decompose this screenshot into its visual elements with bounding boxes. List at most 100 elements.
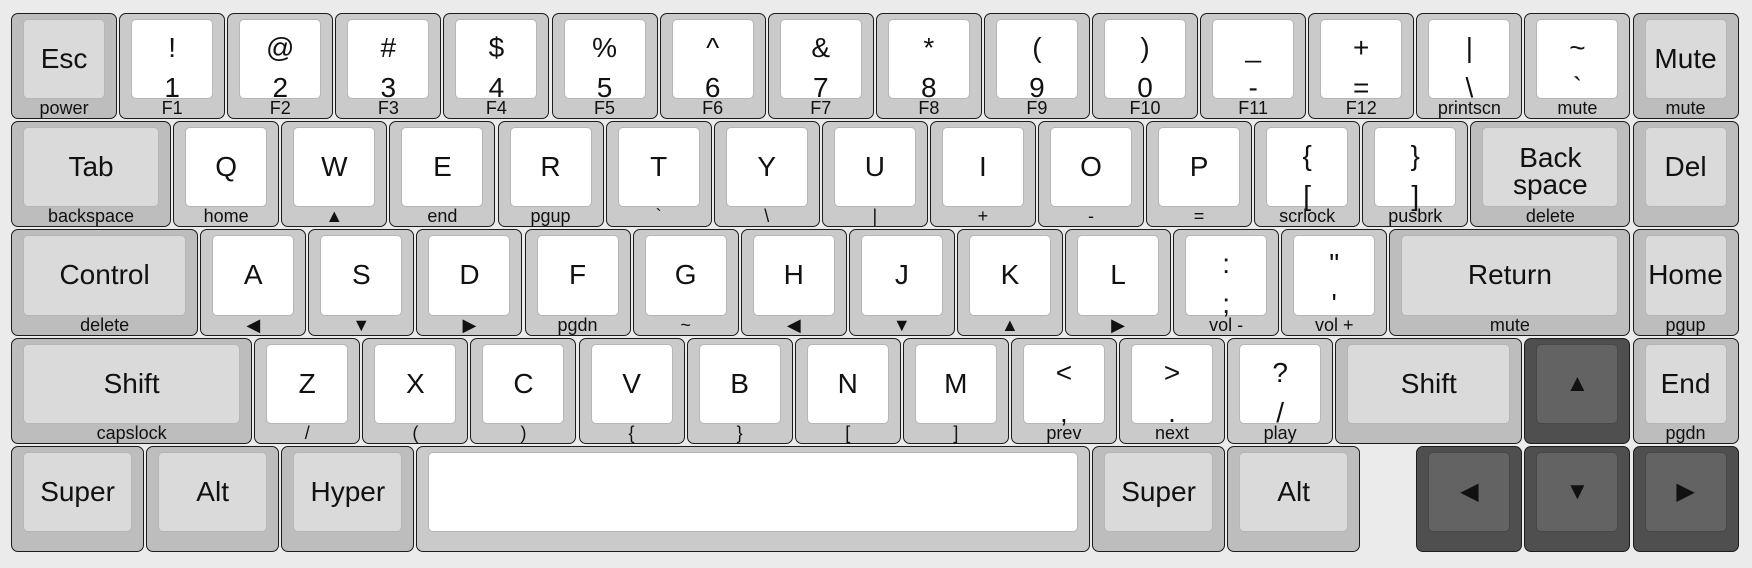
key-legend: Y xyxy=(757,151,777,183)
key-h[interactable]: H ◀ xyxy=(740,229,847,336)
key-right[interactable]: ▶ xyxy=(1632,445,1739,552)
key-j[interactable]: J ▼ xyxy=(848,229,955,336)
fn-layer-legend: ▲ xyxy=(325,206,344,227)
key-rshift[interactable]: Shift xyxy=(1335,337,1523,444)
key-end[interactable]: End pgdn xyxy=(1632,337,1739,444)
fn-layer-legend: next xyxy=(1155,422,1190,443)
key-left[interactable]: ◀ xyxy=(1416,445,1523,552)
shift-legend: @ xyxy=(266,32,295,63)
fn-layer-legend: pgdn xyxy=(1665,422,1706,443)
key-lbracket[interactable]: {[scrlock xyxy=(1254,121,1361,228)
fn-layer-legend: mute xyxy=(1665,98,1706,119)
key-i[interactable]: I + xyxy=(929,121,1036,228)
key-v[interactable]: V{ xyxy=(578,337,685,444)
key-hyper[interactable]: Hyper xyxy=(281,445,415,552)
fn-layer-legend: { xyxy=(628,422,635,443)
key-f[interactable]: Fpgdn xyxy=(524,229,631,336)
key-o[interactable]: O- xyxy=(1038,121,1145,228)
key-esc[interactable]: Esc power xyxy=(11,13,118,120)
key-3[interactable]: #3 F3 xyxy=(335,13,442,120)
key-backslash[interactable]: | \ printscn xyxy=(1416,13,1523,120)
key-del[interactable]: Del xyxy=(1632,121,1739,228)
key-s[interactable]: S ▼ xyxy=(308,229,415,336)
key-down[interactable]: ▼ xyxy=(1524,445,1631,552)
key-rbracket[interactable]: }] pusbrk xyxy=(1362,121,1469,228)
key-d[interactable]: D ▶ xyxy=(416,229,523,336)
key-mute[interactable]: Mute mute xyxy=(1632,13,1739,120)
fn-layer-legend: } xyxy=(736,422,743,443)
arrow-up-icon: ▲ xyxy=(1565,369,1590,397)
key-comma[interactable]: <, prev xyxy=(1010,337,1117,444)
fn-layer-legend: - xyxy=(1088,206,1095,227)
key-legend: Control xyxy=(59,259,150,291)
key-0[interactable]: ) 0 F10 xyxy=(1092,13,1199,120)
key-e[interactable]: Eend xyxy=(389,121,496,228)
key-l[interactable]: L ▶ xyxy=(1065,229,1172,336)
key-r[interactable]: Rpgup xyxy=(497,121,604,228)
key-up[interactable]: ▲ xyxy=(1524,337,1631,444)
key-lalt[interactable]: Alt xyxy=(146,445,280,552)
key-legend: Hyper xyxy=(310,475,386,507)
fn-layer-legend: ▼ xyxy=(352,314,371,335)
key-tab[interactable]: Tab backspace xyxy=(11,121,172,228)
key-legend: A xyxy=(243,259,263,291)
key-t[interactable]: T ` xyxy=(605,121,712,228)
shift-legend: " xyxy=(1329,248,1340,280)
key-lsuper[interactable]: Super xyxy=(11,445,145,552)
key-backspace[interactable]: Back space delete xyxy=(1470,121,1631,228)
fn-layer-legend: F4 xyxy=(485,98,507,119)
key-z[interactable]: Z / xyxy=(254,337,361,444)
shift-legend: ! xyxy=(168,32,177,63)
key-period[interactable]: >. next xyxy=(1119,337,1226,444)
key-y[interactable]: Y \ xyxy=(713,121,820,228)
fn-layer-legend: / xyxy=(304,422,310,443)
key-a[interactable]: A ◀ xyxy=(200,229,307,336)
key-home[interactable]: Home pgup xyxy=(1632,229,1739,336)
key-equal[interactable]: + = F12 xyxy=(1308,13,1415,120)
key-legend: M xyxy=(944,367,968,399)
key-x[interactable]: X( xyxy=(362,337,469,444)
key-g[interactable]: G ~ xyxy=(632,229,739,336)
key-legend: F xyxy=(568,259,587,291)
key-grave[interactable]: ~ ` mute xyxy=(1524,13,1631,120)
key-return[interactable]: Return mute xyxy=(1389,229,1631,336)
fn-layer-legend: F8 xyxy=(918,98,940,119)
key-legend: Super xyxy=(40,475,115,507)
key-w[interactable]: W ▲ xyxy=(281,121,388,228)
key-7[interactable]: & 7 F7 xyxy=(767,13,874,120)
key-legend: O xyxy=(1080,151,1102,183)
key-m[interactable]: M] xyxy=(902,337,1009,444)
key-legend: V xyxy=(622,367,641,399)
key-k[interactable]: K ▲ xyxy=(956,229,1063,336)
key-8[interactable]: * 8 F8 xyxy=(875,13,982,120)
key-quote[interactable]: " ' vol + xyxy=(1281,229,1388,336)
key-9[interactable]: (9 F9 xyxy=(983,13,1090,120)
key-legend: Tab xyxy=(68,151,114,183)
key-c[interactable]: C) xyxy=(470,337,577,444)
key-b[interactable]: B} xyxy=(686,337,793,444)
arrow-down-icon: ▼ xyxy=(1565,477,1590,505)
key-u[interactable]: U | xyxy=(821,121,928,228)
key-1[interactable]: ! 1 F1 xyxy=(119,13,226,120)
key-space[interactable] xyxy=(416,445,1090,552)
key-legend: X xyxy=(406,367,425,399)
key-4[interactable]: $4 F4 xyxy=(443,13,550,120)
key-n[interactable]: N[ xyxy=(794,337,901,444)
key-6[interactable]: ^ 6 F6 xyxy=(659,13,766,120)
fn-layer-legend: + xyxy=(977,206,989,227)
key-2[interactable]: @2 F2 xyxy=(227,13,334,120)
fn-layer-legend: ~ xyxy=(680,314,691,335)
key-p[interactable]: P = xyxy=(1146,121,1253,228)
key-slash[interactable]: ? / play xyxy=(1227,337,1334,444)
key-5[interactable]: % 5 F5 xyxy=(551,13,658,120)
key-lshift[interactable]: Shift capslock xyxy=(11,337,253,444)
key-q[interactable]: Qhome xyxy=(173,121,280,228)
key-rsuper[interactable]: Super xyxy=(1092,445,1226,552)
shift-legend: | xyxy=(1465,32,1473,63)
key-legend: G xyxy=(674,259,697,291)
fn-layer-legend: | xyxy=(872,206,878,227)
key-control[interactable]: Control delete xyxy=(11,229,199,336)
key-ralt[interactable]: Alt xyxy=(1227,445,1361,552)
key-semicolon[interactable]: :; vol - xyxy=(1173,229,1280,336)
key-minus[interactable]: _ - F11 xyxy=(1200,13,1307,120)
